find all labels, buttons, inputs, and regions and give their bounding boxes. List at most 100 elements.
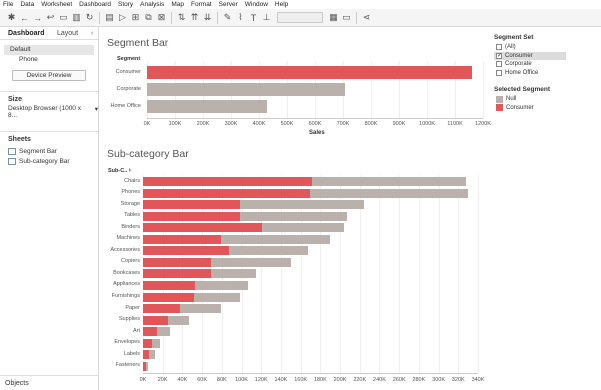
- menu-item-file[interactable]: File: [3, 0, 13, 9]
- gridline: [418, 175, 420, 373]
- checkbox-icon[interactable]: ✓: [496, 52, 502, 59]
- bar-segment[interactable]: [143, 257, 211, 267]
- collapse-panel-icon[interactable]: ‹: [91, 30, 93, 37]
- bar-segment[interactable]: [312, 177, 467, 186]
- bar[interactable]: [147, 66, 473, 79]
- sort-icon[interactable]: ⊧: [129, 168, 132, 174]
- checkbox-icon[interactable]: [496, 44, 502, 51]
- menu-item-story[interactable]: Story: [118, 0, 133, 9]
- menu-item-format[interactable]: Format: [191, 0, 212, 9]
- redo-icon[interactable]: →: [31, 11, 44, 24]
- bar-segment[interactable]: [239, 200, 364, 210]
- labels-icon[interactable]: T: [247, 11, 260, 24]
- bar-segment[interactable]: [151, 338, 160, 348]
- bar-segment[interactable]: [195, 280, 249, 290]
- legend-item-all[interactable]: (All): [494, 43, 566, 52]
- checkbox-icon[interactable]: [496, 61, 502, 68]
- bar-segment[interactable]: [143, 211, 240, 221]
- bar-segment[interactable]: [143, 338, 152, 348]
- sheet-item-segment-bar[interactable]: Segment Bar: [0, 146, 98, 156]
- size-select[interactable]: Desktop Browser (1000 x 8... ▾: [0, 103, 98, 119]
- checkbox-icon[interactable]: [496, 69, 502, 76]
- tableau-logo-icon[interactable]: ✱: [5, 11, 18, 24]
- bar-segment[interactable]: [148, 350, 155, 360]
- bar-segment[interactable]: [143, 304, 181, 314]
- highlight-icon[interactable]: ✎: [221, 11, 234, 24]
- sort-descending-icon[interactable]: ⇊: [201, 11, 214, 24]
- menu-item-worksheet[interactable]: Worksheet: [41, 0, 72, 9]
- clear-icon[interactable]: ⊠: [155, 11, 168, 24]
- menu-item-window[interactable]: Window: [245, 0, 268, 9]
- device-preview-button[interactable]: Device Preview: [12, 70, 86, 81]
- bar-segment[interactable]: [145, 361, 148, 371]
- revert-icon[interactable]: ↩: [44, 11, 57, 24]
- new-sheet-icon[interactable]: ▥: [70, 11, 83, 24]
- duplicate-icon[interactable]: ⧉: [142, 11, 155, 24]
- bar-segment[interactable]: [143, 315, 168, 325]
- bar-segment[interactable]: [143, 200, 240, 210]
- bar-segment[interactable]: [210, 257, 291, 267]
- bar-segment[interactable]: [210, 269, 257, 279]
- bar-segment[interactable]: [143, 292, 195, 302]
- menu-item-data[interactable]: Data: [20, 0, 34, 9]
- bar[interactable]: [147, 100, 268, 113]
- run-update-icon[interactable]: ▷: [116, 11, 129, 24]
- row-label: Storage: [120, 200, 140, 207]
- sheet-item-sub-category-bar[interactable]: Sub-category Bar: [0, 156, 98, 166]
- x-tick-label: 300K: [224, 121, 238, 127]
- segment-set-legend-title: Segment Set: [494, 34, 534, 41]
- bar-segment[interactable]: [228, 246, 308, 256]
- pin-icon[interactable]: ⊥: [260, 11, 273, 24]
- row-label: Appliances: [113, 281, 140, 288]
- bar-segment[interactable]: [143, 269, 211, 279]
- bar-segment[interactable]: [143, 327, 157, 337]
- menu-item-server[interactable]: Server: [219, 0, 238, 9]
- menu-item-analysis[interactable]: Analysis: [140, 0, 164, 9]
- bar-segment[interactable]: [143, 177, 313, 186]
- row-label: Phones: [121, 189, 140, 196]
- bar-segment[interactable]: [143, 246, 229, 256]
- bar-segment[interactable]: [143, 188, 310, 198]
- row-label: Envelopes: [114, 339, 140, 346]
- device-item-phone[interactable]: Phone: [4, 55, 94, 65]
- legend-item-consumer[interactable]: ✓ Consumer: [494, 51, 566, 60]
- bar-segment[interactable]: [180, 304, 221, 314]
- bar-segment[interactable]: [262, 223, 344, 233]
- bar-segment[interactable]: [309, 188, 469, 198]
- refresh-icon[interactable]: ↻: [83, 11, 96, 24]
- swap-icon[interactable]: ⇅: [175, 11, 188, 24]
- size-section-title: Size: [0, 91, 98, 103]
- menu-item-map[interactable]: Map: [171, 0, 184, 9]
- bar[interactable]: [147, 83, 345, 96]
- menu-item-dashboard[interactable]: Dashboard: [79, 0, 111, 9]
- bar-segment[interactable]: [239, 211, 347, 221]
- legend-item-consumer[interactable]: Consumer: [494, 104, 566, 113]
- presentation-icon[interactable]: ▭: [340, 11, 353, 24]
- group-icon[interactable]: ⌇: [234, 11, 247, 24]
- bar-segment[interactable]: [194, 292, 240, 302]
- bar-segment[interactable]: [143, 223, 263, 233]
- row-label: Fasteners: [115, 362, 140, 369]
- bar-segment[interactable]: [220, 234, 331, 244]
- legend-item-home-office[interactable]: Home Office: [494, 69, 566, 78]
- device-item-default[interactable]: Default: [4, 45, 94, 55]
- menu-item-help[interactable]: Help: [275, 0, 288, 9]
- sort-ascending-icon[interactable]: ⇈: [188, 11, 201, 24]
- data-source-icon[interactable]: ▤: [103, 11, 116, 24]
- sheet-item-label: Segment Bar: [19, 147, 57, 155]
- bar-segment[interactable]: [156, 327, 170, 337]
- bar-segment[interactable]: [143, 234, 221, 244]
- row-label: Bookcases: [113, 269, 140, 276]
- share-icon[interactable]: ⋖: [360, 11, 373, 24]
- legend-item-corporate[interactable]: Corporate: [494, 60, 566, 69]
- legend-item-null[interactable]: Null: [494, 95, 566, 104]
- tab-dashboard[interactable]: Dashboard: [0, 27, 49, 39]
- add-sheet-icon[interactable]: ⊞: [129, 11, 142, 24]
- show-cards-icon[interactable]: ▦: [327, 11, 340, 24]
- bar-segment[interactable]: [143, 280, 196, 290]
- selected-segment-legend-title: Selected Segment: [494, 86, 550, 93]
- save-icon[interactable]: ▭: [57, 11, 70, 24]
- bar-segment[interactable]: [167, 315, 190, 325]
- undo-icon[interactable]: ←: [18, 11, 31, 24]
- fit-dropdown[interactable]: [277, 12, 323, 23]
